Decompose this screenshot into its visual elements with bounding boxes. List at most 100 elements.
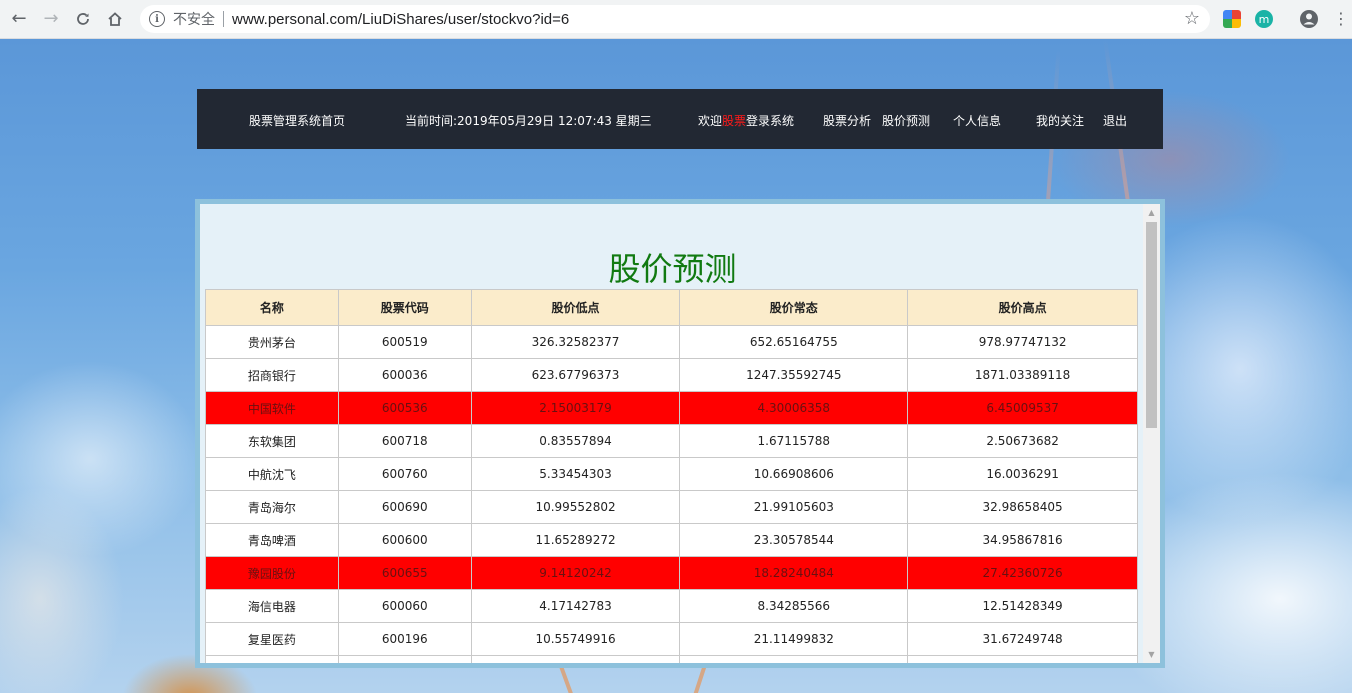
cell-name	[205, 655, 339, 663]
nav-stock-analysis[interactable]: 股票分析	[823, 112, 871, 129]
welcome-prefix: 欢迎	[698, 114, 723, 128]
cell-high: 6.45009537	[907, 391, 1138, 425]
cell-high: 34.95867816	[907, 523, 1138, 557]
scroll-down-arrow-icon[interactable]: ▼	[1143, 646, 1160, 663]
cell-high: 16.0036291	[907, 457, 1138, 491]
column-header-high: 股价高点	[907, 289, 1138, 326]
table-row: 招商银行 600036 623.67796373 1247.35592745 1871.…	[205, 358, 1138, 392]
cell-normal: 4.30006358	[679, 391, 909, 425]
cell-low: 9.14120242	[470, 556, 681, 590]
scroll-up-arrow-icon[interactable]: ▲	[1143, 204, 1160, 221]
cell-low: 2.15003179	[470, 391, 681, 425]
nav-logout[interactable]: 退出	[1103, 112, 1127, 129]
content-panel: 股价预测 名称 股票代码 股价低点 股价常态 股价高点 贵州茅台 600519 32…	[200, 204, 1160, 663]
cell-code: 600655	[337, 556, 472, 590]
home-link[interactable]: 股票管理系统首页	[249, 112, 345, 129]
cell-high: 978.97747132	[907, 325, 1138, 359]
extension-icon[interactable]	[1223, 10, 1241, 28]
extension-m-icon[interactable]: m	[1255, 10, 1273, 28]
cell-normal	[679, 655, 909, 663]
nav-personal-info[interactable]: 个人信息	[953, 112, 1001, 129]
cell-name: 贵州茅台	[205, 325, 339, 359]
column-header-normal: 股价常态	[679, 289, 909, 326]
url-text[interactable]: www.personal.com/LiuDiShares/user/stockv…	[232, 11, 569, 28]
cell-low: 5.33454303	[470, 457, 681, 491]
table-row: 东软集团 600718 0.83557894 1.67115788 2.50673682	[205, 424, 1138, 458]
back-arrow-icon[interactable]: ←	[8, 8, 30, 30]
cell-name: 中国软件	[205, 391, 339, 425]
site-header: 股票管理系统首页 当前时间:2019年05月29日 12:07:43 星期三 欢…	[197, 89, 1163, 149]
cell-name: 豫园股份	[205, 556, 339, 590]
table-row: 海信电器 600060 4.17142783 8.34285566 12.5142834…	[205, 589, 1138, 623]
cell-high: 2.50673682	[907, 424, 1138, 458]
info-icon[interactable]: i	[149, 11, 165, 27]
cell-low: 10.55749916	[470, 622, 681, 656]
cell-low	[470, 655, 681, 663]
cell-name: 复星医药	[205, 622, 339, 656]
cell-normal: 21.11499832	[679, 622, 909, 656]
table-row: 复星医药 600196 10.55749916 21.11499832 31.67249…	[205, 622, 1138, 656]
cell-code: 600196	[337, 622, 472, 656]
cell-code: 600536	[337, 391, 472, 425]
scroll-thumb[interactable]	[1146, 222, 1157, 428]
table-row	[205, 655, 1138, 663]
browser-toolbar: ← → i 不安全 www.personal.com/LiuDiShares/u…	[0, 0, 1352, 39]
cell-normal: 23.30578544	[679, 523, 909, 557]
welcome-message: 欢迎股票登录系统	[698, 112, 794, 129]
cell-name: 招商银行	[205, 358, 339, 392]
table-row: 贵州茅台 600519 326.32582377 652.65164755 978.97…	[205, 325, 1138, 359]
cell-low: 4.17142783	[470, 589, 681, 623]
table-row: 豫园股份 600655 9.14120242 18.28240484 27.423607…	[205, 556, 1138, 590]
cell-normal: 8.34285566	[679, 589, 909, 623]
cell-normal: 1.67115788	[679, 424, 909, 458]
cell-name: 海信电器	[205, 589, 339, 623]
table-row: 中航沈飞 600760 5.33454303 10.66908606 16.003629…	[205, 457, 1138, 491]
address-bar[interactable]: i 不安全 www.personal.com/LiuDiShares/user/…	[140, 5, 1210, 33]
kebab-menu-icon[interactable]: ⋮	[1330, 8, 1352, 30]
table-row: 青岛海尔 600690 10.99552802 21.99105603 32.98658…	[205, 490, 1138, 524]
time-value: 2019年05月29日 12:07:43 星期三	[457, 114, 652, 128]
cell-name: 青岛海尔	[205, 490, 339, 524]
cell-code: 600718	[337, 424, 472, 458]
cell-normal: 1247.35592745	[679, 358, 909, 392]
table-header-row: 名称 股票代码 股价低点 股价常态 股价高点	[205, 289, 1138, 326]
cell-low: 11.65289272	[470, 523, 681, 557]
cell-name: 青岛啤酒	[205, 523, 339, 557]
nav-my-watchlist[interactable]: 我的关注	[1036, 112, 1084, 129]
cell-code: 600690	[337, 490, 472, 524]
cell-low: 326.32582377	[470, 325, 681, 359]
column-header-code: 股票代码	[337, 289, 472, 326]
cell-normal: 18.28240484	[679, 556, 909, 590]
table-row: 中国软件 600536 2.15003179 4.30006358 6.45009537	[205, 391, 1138, 425]
nav-price-forecast[interactable]: 股价预测	[882, 112, 930, 129]
cell-code: 600760	[337, 457, 472, 491]
star-icon[interactable]: ☆	[1184, 8, 1200, 29]
cell-code: 600060	[337, 589, 472, 623]
cell-high: 31.67249748	[907, 622, 1138, 656]
reload-icon[interactable]	[72, 8, 94, 30]
table-body: 贵州茅台 600519 326.32582377 652.65164755 978.97…	[205, 325, 1138, 663]
cell-name: 中航沈飞	[205, 457, 339, 491]
time-prefix: 当前时间:	[405, 114, 458, 128]
home-icon[interactable]	[104, 8, 126, 30]
page-title: 股价预测	[608, 250, 737, 288]
cell-high: 32.98658405	[907, 490, 1138, 524]
cell-normal: 10.66908606	[679, 457, 909, 491]
cell-high	[907, 655, 1138, 663]
cell-code: 600036	[337, 358, 472, 392]
profile-icon[interactable]	[1298, 8, 1320, 30]
cell-high: 27.42360726	[907, 556, 1138, 590]
cell-normal: 652.65164755	[679, 325, 909, 359]
cell-low: 623.67796373	[470, 358, 681, 392]
table-row: 青岛啤酒 600600 11.65289272 23.30578544 34.95867…	[205, 523, 1138, 557]
cell-high: 1871.03389118	[907, 358, 1138, 392]
cell-name: 东软集团	[205, 424, 339, 458]
column-header-low: 股价低点	[470, 289, 681, 326]
forecast-table: 名称 股票代码 股价低点 股价常态 股价高点 贵州茅台 600519 326.325…	[205, 289, 1138, 663]
welcome-username: 股票	[722, 114, 747, 128]
current-time: 当前时间:2019年05月29日 12:07:43 星期三	[405, 112, 652, 129]
security-label: 不安全	[173, 12, 215, 28]
welcome-suffix: 登录系统	[746, 114, 795, 128]
panel-scrollbar[interactable]: ▲ ▼	[1143, 204, 1160, 663]
forward-arrow-icon[interactable]: →	[40, 8, 62, 30]
